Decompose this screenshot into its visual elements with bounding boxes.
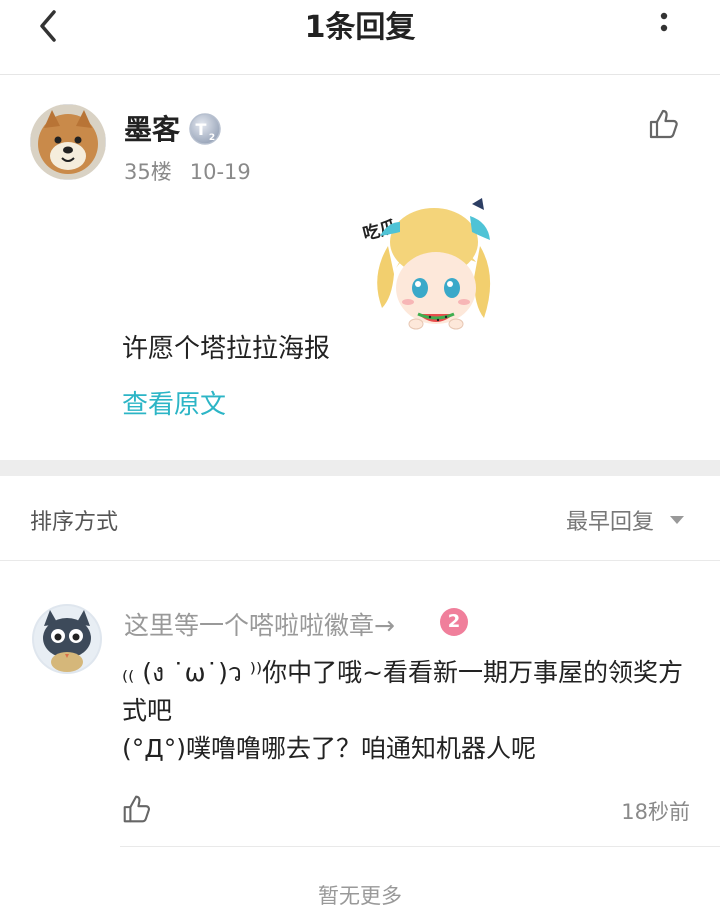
reply-author-name[interactable]: 这里等一个嗒啦啦徽章→	[124, 606, 395, 642]
divider	[120, 846, 720, 847]
shiba-dog-avatar-image	[30, 104, 106, 180]
t2-level-badge-icon: T 2	[189, 113, 221, 145]
floor-number: 35楼	[124, 160, 172, 184]
reply-content: ₍₍ (ง ˙ω˙)ว ⁾⁾你中了哦~看看新一期万事屋的领奖方式吧 (°Д°)噗…	[122, 654, 692, 768]
sort-dropdown[interactable]: 最早回复	[566, 504, 654, 536]
level-badge: 2	[440, 608, 468, 636]
post-content: 许愿个塔拉拉海报	[122, 334, 331, 364]
watermelon-girl-sticker: 吃瓜…	[361, 198, 491, 330]
thumbs-up-icon[interactable]	[646, 106, 682, 142]
svg-text:T: T	[196, 120, 207, 139]
page-title: 1条回复	[304, 10, 416, 45]
reply-timestamp: 18秒前	[621, 800, 690, 824]
author-name[interactable]: 墨客	[124, 108, 180, 148]
view-original-link[interactable]: 查看原文	[122, 384, 226, 421]
post-date: 10-19	[189, 160, 251, 184]
vertical-dots-icon[interactable]	[652, 8, 676, 44]
reply-line: ₍₍ (ง ˙ω˙)ว ⁾⁾你中了哦~看看新一期万事屋的领奖方式吧	[122, 658, 684, 725]
post-meta: 35楼 10-19	[124, 156, 251, 186]
thumbs-up-icon[interactable]	[120, 792, 154, 826]
sort-label: 排序方式	[30, 510, 119, 535]
section-divider	[0, 460, 720, 476]
no-more-label: 暂无更多	[318, 884, 402, 908]
cat-robot-avatar-image	[32, 604, 102, 674]
author-avatar[interactable]	[30, 104, 106, 180]
triangle-down-icon[interactable]	[668, 514, 686, 526]
reply-line: (°Д°)噗噜噜哪去了？咱通知机器人呢	[122, 734, 537, 763]
top-bar: 1条回复	[0, 0, 720, 75]
svg-text:2: 2	[209, 133, 215, 143]
reply-avatar[interactable]	[32, 604, 102, 674]
